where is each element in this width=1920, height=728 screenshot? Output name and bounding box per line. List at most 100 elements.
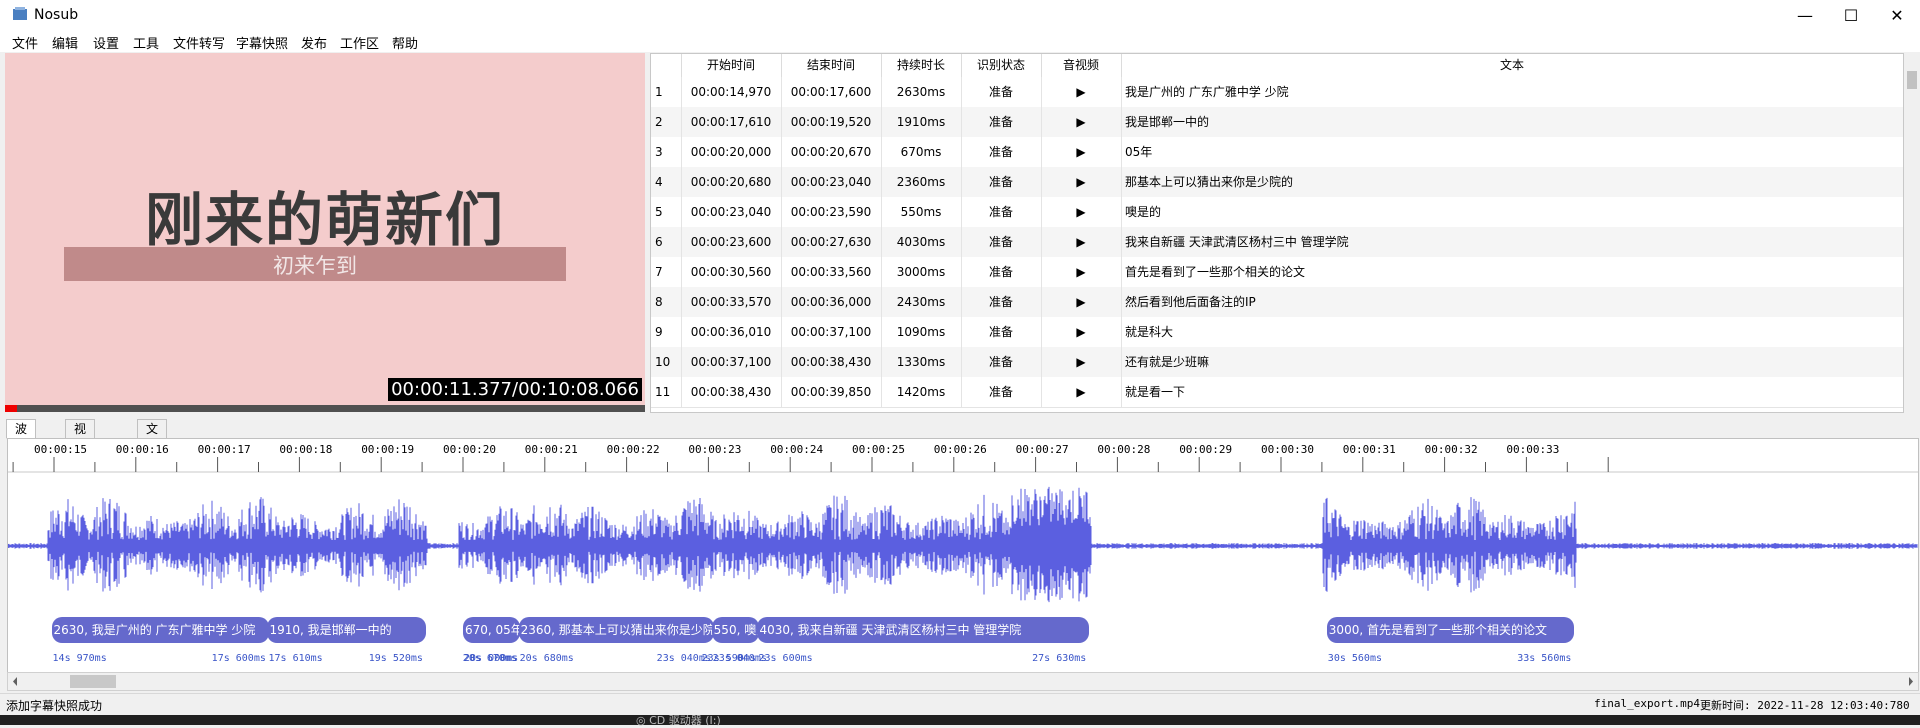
col-index bbox=[651, 54, 682, 77]
play-icon[interactable]: ▶ bbox=[1041, 317, 1122, 347]
table-row[interactable]: 3 00:00:20,000 00:00:20,670 670ms 准备 ▶ 05年 bbox=[651, 137, 1903, 168]
play-icon[interactable]: ▶ bbox=[1041, 167, 1122, 197]
subtitle-segment[interactable]: 2360, 那基本上可以猜出来你是少院的 bbox=[518, 617, 714, 643]
cell-status: 准备 bbox=[961, 257, 1042, 287]
menu-workspace[interactable]: 工作区 bbox=[340, 33, 379, 52]
menu-settings[interactable]: 设置 bbox=[93, 33, 119, 52]
segment-end-time: 23s 590ms bbox=[701, 653, 756, 664]
subtitle-segment[interactable]: 4030, 我来自新疆 天津武清区杨村三中 管理学院 bbox=[757, 617, 1090, 643]
cell-status: 准备 bbox=[961, 377, 1042, 407]
play-icon[interactable]: ▶ bbox=[1041, 107, 1122, 137]
table-row[interactable]: 5 00:00:23,040 00:00:23,590 550ms 准备 ▶ 噢是的 bbox=[651, 197, 1903, 228]
status-file: final_export.mp4 bbox=[1594, 697, 1700, 710]
status-bar: 添加字幕快照成功 final_export.mp4 更新时间: 2022-11-… bbox=[0, 693, 1920, 716]
subtitle-segment[interactable]: 1910, 我是邯郸一中的 bbox=[267, 617, 426, 643]
menu-snapshot[interactable]: 字幕快照 bbox=[236, 33, 288, 52]
cell-dur: 1420ms bbox=[881, 377, 962, 407]
table-row[interactable]: 11 00:00:38,430 00:00:39,850 1420ms 准备 ▶ 就是看一下 bbox=[651, 377, 1903, 408]
cell-text[interactable]: 首先是看到了一些那个相关的论文 bbox=[1121, 257, 1903, 287]
cell-end: 00:00:17,600 bbox=[781, 77, 882, 107]
ruler-label: 00:00:29 bbox=[1179, 443, 1233, 456]
waveform-scroll-thumb[interactable] bbox=[70, 675, 116, 688]
table-row[interactable]: 1 00:00:14,970 00:00:17,600 2630ms 准备 ▶ 我是广州的 … bbox=[651, 77, 1903, 108]
cell-end: 00:00:27,630 bbox=[781, 227, 882, 257]
table-row[interactable]: 9 00:00:36,010 00:00:37,100 1090ms 准备 ▶ 就是科大 bbox=[651, 317, 1903, 348]
play-icon[interactable]: ▶ bbox=[1041, 197, 1122, 227]
cell-text[interactable]: 我是广州的 广东广雅中学 少院 bbox=[1121, 77, 1903, 107]
ruler-label: 00:00:24 bbox=[770, 443, 824, 456]
table-row[interactable]: 6 00:00:23,600 00:00:27,630 4030ms 准备 ▶ 我来自新疆 … bbox=[651, 227, 1903, 258]
tab-transcribe[interactable]: 文件转写 bbox=[137, 419, 168, 490]
cell-text[interactable]: 那基本上可以猜出来你是少院的 bbox=[1121, 167, 1903, 197]
subtitle-segment[interactable]: 2630, 我是广州的 广东广雅中学 少院 bbox=[51, 617, 269, 643]
table-row[interactable]: 8 00:00:33,570 00:00:36,000 2430ms 准备 ▶ 然后看到他后… bbox=[651, 287, 1903, 318]
cell-end: 00:00:23,590 bbox=[781, 197, 882, 227]
cell-n: 6 bbox=[651, 227, 682, 257]
subtitle-segment[interactable]: 550, 噢是的 bbox=[711, 617, 759, 643]
close-button[interactable]: ✕ bbox=[1874, 0, 1920, 30]
cell-n: 5 bbox=[651, 197, 682, 227]
segment-end-time: 27s 630ms bbox=[1032, 653, 1087, 664]
waveform-panel[interactable]: 00:00:15 00:00:16 00:00:17 00:00:18 00:00:19… bbox=[7, 438, 1919, 674]
cell-text[interactable]: 然后看到他后面备注的IP bbox=[1121, 287, 1903, 317]
table-row[interactable]: 7 00:00:30,560 00:00:33,560 3000ms 准备 ▶ 首先是看到了… bbox=[651, 257, 1903, 288]
cell-start: 00:00:36,010 bbox=[681, 317, 782, 347]
col-start[interactable]: 开始时间 bbox=[681, 54, 782, 77]
play-icon[interactable]: ▶ bbox=[1041, 377, 1122, 407]
waveform-scrollbar[interactable] bbox=[7, 672, 1919, 691]
cell-text[interactable]: 就是科大 bbox=[1121, 317, 1903, 347]
cell-text[interactable]: 噢是的 bbox=[1121, 197, 1903, 227]
menu-file[interactable]: 文件 bbox=[12, 33, 38, 52]
cell-n: 8 bbox=[651, 287, 682, 317]
col-media[interactable]: 音视频 bbox=[1041, 54, 1122, 77]
subtitle-segment[interactable]: 3000, 首先是看到了一些那个相关的论文 bbox=[1326, 617, 1575, 643]
cell-text[interactable]: 05年 bbox=[1121, 137, 1903, 167]
video-preview[interactable]: 刚来的萌新们 初来乍到 00:00:11.377/00:10:08.066 bbox=[5, 53, 645, 405]
cell-dur: 2360ms bbox=[881, 167, 962, 197]
video-progress-bar[interactable] bbox=[5, 405, 645, 412]
menu-tools[interactable]: 工具 bbox=[133, 33, 159, 52]
play-icon[interactable]: ▶ bbox=[1041, 257, 1122, 287]
segment-start-time: 20s 680ms bbox=[519, 653, 574, 664]
tab-waveform[interactable]: 波形图 bbox=[6, 419, 37, 472]
play-icon[interactable]: ▶ bbox=[1041, 287, 1122, 317]
table-row[interactable]: 2 00:00:17,610 00:00:19,520 1910ms 准备 ▶ 我是邯郸一中… bbox=[651, 107, 1903, 138]
play-icon[interactable]: ▶ bbox=[1041, 347, 1122, 377]
waveform-signal bbox=[8, 486, 1918, 603]
menu-help[interactable]: 帮助 bbox=[392, 33, 418, 52]
cell-text[interactable]: 我来自新疆 天津武清区杨村三中 管理学院 bbox=[1121, 227, 1903, 257]
col-status[interactable]: 识别状态 bbox=[961, 54, 1042, 77]
cell-status: 准备 bbox=[961, 197, 1042, 227]
table-scrollbar[interactable] bbox=[1904, 53, 1920, 413]
play-icon[interactable]: ▶ bbox=[1041, 77, 1122, 107]
cell-start: 00:00:30,560 bbox=[681, 257, 782, 287]
maximize-button[interactable]: ☐ bbox=[1828, 0, 1874, 30]
scroll-right-icon[interactable] bbox=[1906, 673, 1916, 690]
subtitle-segment[interactable]: 670, 05年 bbox=[463, 617, 520, 643]
menu-edit[interactable]: 编辑 bbox=[52, 33, 78, 52]
table-scroll-thumb[interactable] bbox=[1907, 71, 1917, 89]
scroll-left-icon[interactable] bbox=[10, 673, 20, 690]
tab-video-encode[interactable]: 视频压制 bbox=[65, 419, 96, 490]
taskbar-item[interactable]: ◎ CD 驱动器 (I:) bbox=[636, 712, 721, 728]
cell-end: 00:00:33,560 bbox=[781, 257, 882, 287]
cell-text[interactable]: 就是看一下 bbox=[1121, 377, 1903, 407]
cell-text[interactable]: 我是邯郸一中的 bbox=[1121, 107, 1903, 137]
minimize-button[interactable]: — bbox=[1782, 0, 1828, 30]
ruler-label: 00:00:20 bbox=[443, 443, 496, 456]
play-icon[interactable]: ▶ bbox=[1041, 137, 1122, 167]
cell-n: 4 bbox=[651, 167, 682, 197]
menu-publish[interactable]: 发布 bbox=[301, 33, 327, 52]
cell-n: 1 bbox=[651, 77, 682, 107]
cell-status: 准备 bbox=[961, 287, 1042, 317]
cell-start: 00:00:17,610 bbox=[681, 107, 782, 137]
play-icon[interactable]: ▶ bbox=[1041, 227, 1122, 257]
col-duration[interactable]: 持续时长 bbox=[881, 54, 962, 77]
col-end[interactable]: 结束时间 bbox=[781, 54, 882, 77]
col-text[interactable]: 文本 bbox=[1121, 54, 1903, 77]
table-row[interactable]: 10 00:00:37,100 00:00:38,430 1330ms 准备 ▶ 还有就是少… bbox=[651, 347, 1903, 378]
cell-text[interactable]: 还有就是少班嘛 bbox=[1121, 347, 1903, 377]
table-row[interactable]: 4 00:00:20,680 00:00:23,040 2360ms 准备 ▶ 那基本上可以… bbox=[651, 167, 1903, 198]
cell-start: 00:00:20,000 bbox=[681, 137, 782, 167]
menu-transcribe[interactable]: 文件转写 bbox=[173, 33, 225, 52]
